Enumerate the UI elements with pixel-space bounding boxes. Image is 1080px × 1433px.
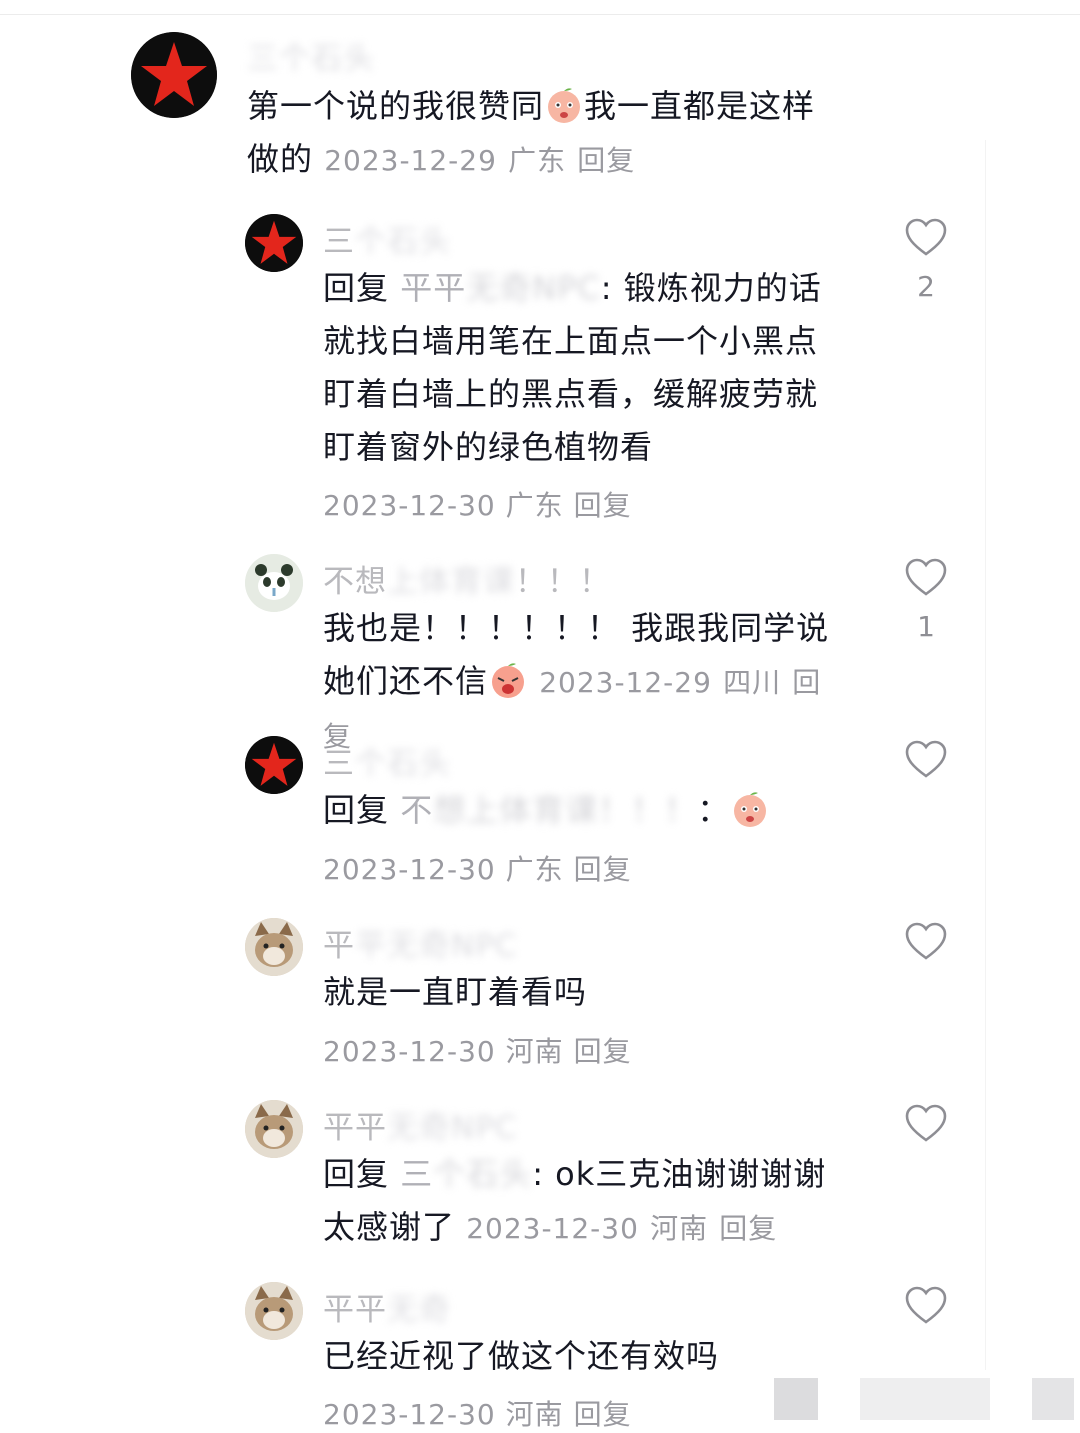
comment-meta: 2023-12-30 河南 回复: [323, 1030, 632, 1070]
reply-to-user[interactable]: 三个石头: [400, 1155, 532, 1193]
like-count: 2: [917, 270, 935, 303]
reply-button[interactable]: 回复: [719, 1212, 777, 1245]
heart-outline-icon[interactable]: [904, 738, 948, 782]
comment-location: 广东: [505, 853, 564, 886]
username[interactable]: 不想上体育课！！！: [323, 556, 611, 601]
heart-outline-icon[interactable]: [904, 1102, 948, 1146]
like-count: 1: [917, 610, 935, 643]
comment-text: 就是一直盯着看吗: [323, 973, 588, 1011]
username[interactable]: 三个石头: [247, 33, 375, 78]
avatar[interactable]: [245, 1100, 303, 1158]
comment-location: 四川: [723, 666, 782, 699]
username[interactable]: 平平无奇: [323, 1284, 451, 1329]
comment-location: 河南: [505, 1398, 564, 1431]
comment-text: 回复 平平无奇NPC: 锻炼视力的话就找白墙用笔在上面点一个小黑点盯着白墙上的黑…: [323, 269, 822, 466]
cat-icon: [245, 1100, 303, 1158]
cat-icon: [245, 1282, 303, 1340]
top-divider: [0, 14, 1080, 15]
comment-date: 2023-12-30: [323, 1398, 496, 1431]
comment-date: 2023-12-30: [323, 1035, 496, 1068]
red-star-icon: [245, 736, 303, 794]
watermark-block: [860, 1378, 990, 1420]
scroll-edge: [985, 140, 986, 1370]
username[interactable]: 平平无奇NPC: [323, 920, 518, 965]
comment-text: 回复 不想上体育课！！！：: [323, 784, 843, 837]
comment-meta: 2023-12-30 河南 回复: [323, 1393, 632, 1433]
avatar[interactable]: [131, 32, 217, 118]
reply-button[interactable]: 回复: [574, 853, 632, 886]
red-star-icon: [131, 32, 217, 118]
comment-date: 2023-12-30: [323, 853, 496, 886]
peach-face-emoji-icon: [734, 792, 767, 827]
comment-location: 河南: [505, 1035, 564, 1068]
heart-outline-icon[interactable]: [904, 216, 948, 260]
username[interactable]: 三个石头: [323, 738, 451, 783]
avatar[interactable]: [245, 1282, 303, 1340]
panda-icon: [245, 554, 303, 612]
heart-outline-icon[interactable]: [904, 1284, 948, 1328]
reply-button[interactable]: 回复: [577, 144, 635, 177]
comment-meta: 2023-12-30 广东 回复: [323, 848, 632, 888]
heart-outline-icon[interactable]: [904, 920, 948, 964]
watermark-block: [1032, 1378, 1074, 1420]
cat-icon: [245, 918, 303, 976]
username[interactable]: 平平无奇NPC: [323, 1102, 518, 1147]
comment-location: 广东: [505, 489, 564, 522]
watermark-block: [774, 1378, 818, 1420]
comment-date: 2023-12-30: [466, 1212, 639, 1245]
avatar[interactable]: [245, 214, 303, 272]
red-star-icon: [245, 214, 303, 272]
reply-to-user[interactable]: 不想上体育课！！！: [400, 791, 697, 829]
reply-to-user[interactable]: 平平无奇NPC: [400, 269, 601, 307]
username[interactable]: 三个石头: [323, 216, 451, 261]
comment-date: 2023-12-29: [539, 666, 712, 699]
peach-face-emoji-icon: [492, 663, 525, 698]
reply-button[interactable]: 回复: [574, 1398, 632, 1431]
comment-location: 河南: [650, 1212, 709, 1245]
comment-text: 第一个说的我很赞同 我一直都是这样做的 2023-12-29 广东 回复: [247, 87, 816, 178]
comment-location: 广东: [508, 144, 567, 177]
avatar[interactable]: [245, 554, 303, 612]
avatar[interactable]: [245, 736, 303, 794]
comment-meta: 2023-12-30 广东 回复: [323, 484, 632, 524]
comment-date: 2023-12-29: [324, 144, 497, 177]
peach-face-emoji-icon: [548, 88, 581, 123]
comment-text: 回复 三个石头: ok三克油谢谢谢谢 太感谢了 2023-12-30 河南 回复: [323, 1155, 827, 1246]
heart-outline-icon[interactable]: [904, 556, 948, 600]
reply-button[interactable]: 回复: [574, 489, 632, 522]
avatar[interactable]: [245, 918, 303, 976]
comment-text: 已经近视了做这个还有效吗: [323, 1337, 720, 1375]
comment-date: 2023-12-30: [323, 489, 496, 522]
reply-button[interactable]: 回复: [574, 1035, 632, 1068]
